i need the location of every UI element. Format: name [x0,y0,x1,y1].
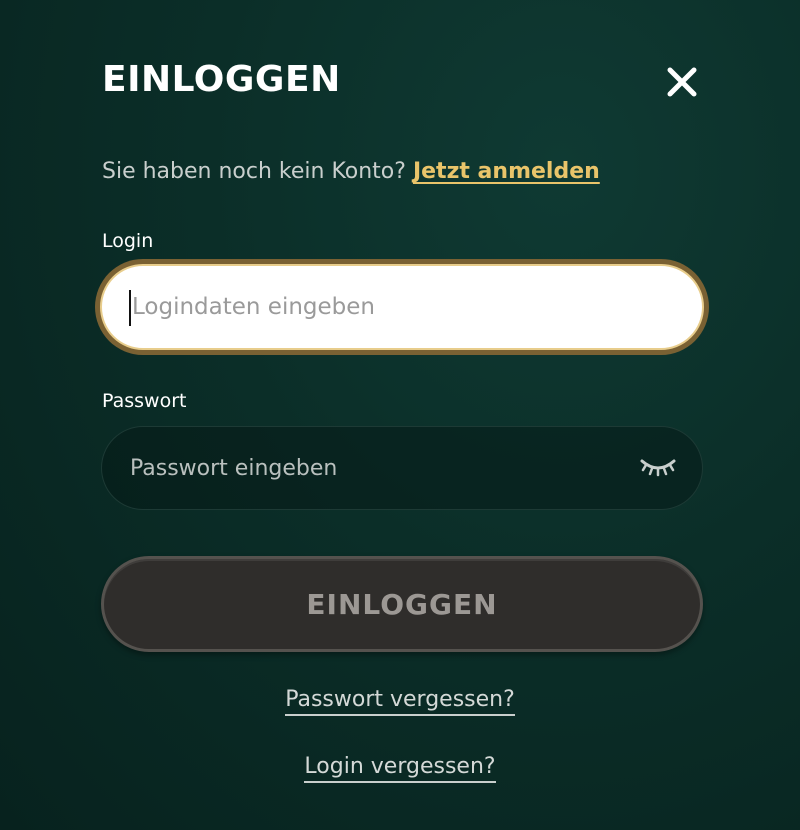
signup-prompt: Sie haben noch kein Konto? Jetzt anmelde… [102,155,600,189]
forgot-login-row: Login vergessen? [0,751,800,783]
close-button[interactable] [660,60,704,104]
signup-prompt-text: Sie haben noch kein Konto? [102,159,406,184]
password-input[interactable] [102,427,702,509]
close-icon [667,67,697,97]
login-dialog: EINLOGGEN Sie haben noch kein Konto? Jet… [0,0,800,830]
login-submit-button[interactable]: EINLOGGEN [101,556,703,652]
password-field-wrapper [101,426,703,510]
signup-link[interactable]: Jetzt anmelden [413,159,600,184]
login-input[interactable] [100,264,704,350]
forgot-password-link[interactable]: Passwort vergessen? [285,687,515,716]
dialog-title: EINLOGGEN [102,59,341,100]
forgot-password-row: Passwort vergessen? [0,684,800,716]
forgot-login-link[interactable]: Login vergessen? [304,754,496,783]
toggle-password-visibility-button[interactable] [638,453,678,483]
text-cursor [129,290,131,326]
login-field-wrapper [95,259,709,355]
login-label: Login [102,230,154,252]
password-label: Passwort [102,390,187,412]
eye-closed-icon [640,459,676,477]
